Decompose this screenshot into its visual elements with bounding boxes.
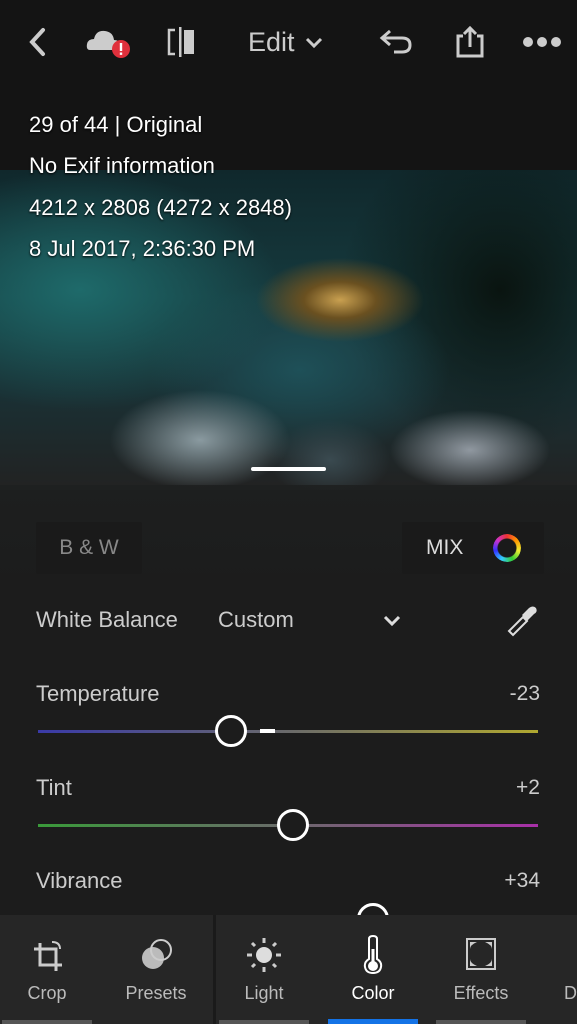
tool-presets[interactable]: Presets: [111, 915, 201, 1024]
tool-bar: Crop Presets Light Color Effects D: [0, 915, 577, 1024]
tint-label: Tint: [36, 775, 72, 800]
sun-icon: [247, 938, 281, 972]
photo-info-date: 8 Jul 2017, 2:36:30 PM: [29, 236, 256, 261]
vibrance-label: Vibrance: [36, 868, 123, 893]
mix-label: MIX: [426, 536, 464, 559]
chevron-down-icon: [305, 37, 322, 49]
color-panel: B & W MIX White Balance Custom Temperatu…: [0, 485, 577, 935]
photo-info-position: 29 of 44 | Original: [29, 112, 203, 137]
white-balance-dropdown[interactable]: Custom: [218, 603, 408, 639]
vibrance-value: +34: [504, 869, 540, 892]
temperature-default-marker: [260, 729, 275, 733]
tool-label: Crop: [27, 983, 67, 1003]
color-wheel-icon: [493, 534, 522, 562]
temperature-slider[interactable]: [38, 730, 538, 733]
edit-label: Edit: [248, 26, 295, 57]
tool-label: D: [564, 983, 577, 1003]
tint-thumb[interactable]: [277, 809, 309, 841]
tool-label: Presets: [125, 983, 187, 1003]
temperature-value: -23: [509, 682, 540, 705]
photo-scrub-indicator[interactable]: [251, 467, 326, 471]
eyedropper-icon[interactable]: [505, 603, 539, 637]
bw-button[interactable]: B & W: [36, 522, 142, 574]
photo-info-dimensions: 4212 x 2808 (4272 x 2848): [29, 195, 292, 220]
temperature-thumb[interactable]: [214, 715, 247, 747]
mix-button[interactable]: MIX: [402, 522, 544, 574]
temperature-label: Temperature: [36, 681, 160, 706]
share-icon[interactable]: [450, 22, 490, 62]
more-icon[interactable]: [520, 22, 564, 62]
top-bar: Edit: [0, 0, 577, 84]
presets-icon: [142, 939, 172, 969]
crop-icon: [34, 941, 62, 971]
tool-detail[interactable]: D: [556, 915, 577, 1024]
tool-color[interactable]: Color: [328, 915, 418, 1024]
white-balance-value: Custom: [218, 607, 294, 632]
tool-crop[interactable]: Crop: [2, 915, 92, 1024]
tint-value: +2: [516, 776, 540, 799]
tool-label: Light: [244, 983, 284, 1003]
photo-info-exif: No Exif information: [29, 153, 215, 178]
tool-label: Color: [351, 983, 395, 1003]
cloud-sync-error-icon[interactable]: [84, 22, 134, 62]
toolbar-divider: [213, 915, 216, 1024]
bw-label: B & W: [59, 536, 119, 559]
tool-label: Effects: [453, 983, 509, 1003]
undo-icon[interactable]: [376, 22, 416, 62]
edit-menu-button[interactable]: Edit: [248, 22, 338, 62]
compare-icon[interactable]: [160, 22, 200, 62]
tool-effects[interactable]: Effects: [436, 915, 526, 1024]
white-balance-label: White Balance: [36, 607, 178, 632]
effects-icon: [466, 938, 496, 970]
tool-light[interactable]: Light: [219, 915, 309, 1024]
chevron-down-icon: [383, 615, 401, 627]
back-icon[interactable]: [22, 22, 52, 62]
thermometer-icon: [363, 935, 383, 975]
